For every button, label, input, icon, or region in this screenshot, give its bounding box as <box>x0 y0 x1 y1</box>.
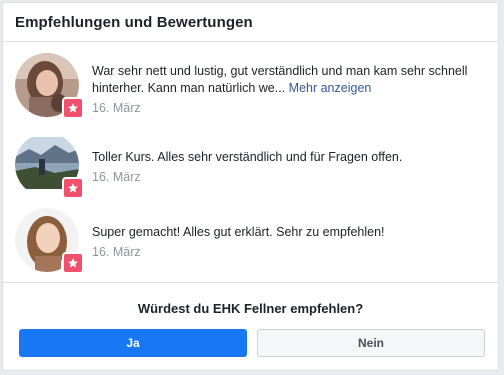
avatar-container[interactable] <box>15 133 84 199</box>
recommendations-card: Empfehlungen und Bewertungen War sehr ne… <box>2 2 499 371</box>
avatar-container[interactable] <box>15 208 84 274</box>
star-icon <box>68 103 78 113</box>
review-date[interactable]: 16. März <box>92 101 484 115</box>
review-text-content: War sehr nett und lustig, gut verständli… <box>92 64 468 95</box>
review-date[interactable]: 16. März <box>92 170 484 184</box>
review-body: Toller Kurs. Alles sehr verständlich und… <box>92 149 484 184</box>
review-date[interactable]: 16. März <box>92 245 484 259</box>
no-button[interactable]: Nein <box>257 329 485 357</box>
recommendation-badge <box>62 177 84 199</box>
review-text: Super gemacht! Alles gut erklärt. Sehr z… <box>92 225 385 239</box>
show-more-link[interactable]: Mehr anzeigen <box>289 81 372 95</box>
recommend-question: Würdest du EHK Fellner empfehlen? <box>137 301 364 316</box>
recommendation-badge <box>62 97 84 119</box>
recommend-section: Würdest du EHK Fellner empfehlen? Ja Nei… <box>3 282 498 357</box>
review-body: Super gemacht! Alles gut erklärt. Sehr z… <box>92 224 484 259</box>
star-icon <box>68 183 78 193</box>
avatar-container[interactable] <box>15 53 84 119</box>
review-text: War sehr nett und lustig, gut verständli… <box>92 63 484 97</box>
yes-button[interactable]: Ja <box>19 329 247 357</box>
star-icon <box>68 258 78 268</box>
card-title: Empfehlungen und Bewertungen <box>15 14 253 31</box>
review-body: War sehr nett und lustig, gut verständli… <box>92 63 484 115</box>
card-header: Empfehlungen und Bewertungen <box>3 3 498 42</box>
review-text: Toller Kurs. Alles sehr verständlich und… <box>92 150 403 164</box>
recommendation-badge <box>62 252 84 274</box>
